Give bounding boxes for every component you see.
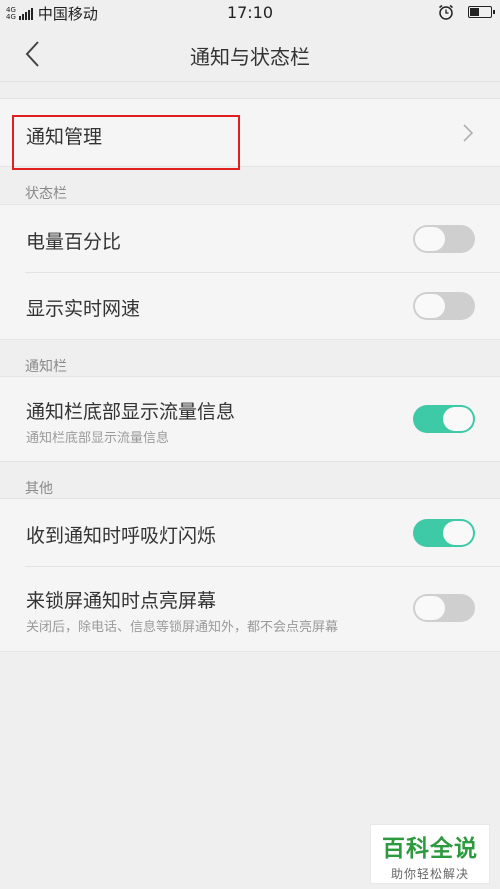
chevron-right-icon [463,124,474,142]
chevron-left-icon [25,41,39,67]
clock: 17:10 [226,3,274,22]
breathing-light-label: 收到通知时呼吸灯闪烁 [26,525,217,547]
status-bar-right [438,4,495,20]
wake-screen-toggle[interactable] [413,594,475,622]
wake-screen-row: 来锁屏通知时点亮屏幕 关闭后，除电话、信息等锁屏通知外，都不会点亮屏幕 [0,566,500,651]
battery-percentage-row: 电量百分比 [0,205,500,272]
realtime-network-speed-row: 显示实时网速 [0,272,500,339]
notification-bar-settings-group: 通知栏底部显示流量信息 通知栏底部显示流量信息 [0,376,500,462]
watermark-logo: 百科全说 助你轻松解决 [370,824,490,884]
realtime-network-speed-toggle[interactable] [413,292,475,320]
section-label-notification-bar: 通知栏 [25,359,67,375]
battery-icon [468,6,495,18]
other-settings-group: 收到通知时呼吸灯闪烁 来锁屏通知时点亮屏幕 关闭后，除电话、信息等锁屏通知外，都… [0,498,500,652]
status-bar: 4G 4G 中国移动 17:10 [0,0,500,26]
realtime-network-speed-label: 显示实时网速 [26,298,141,320]
traffic-info-toggle[interactable] [413,405,475,433]
section-label-status-bar: 状态栏 [25,186,67,202]
alarm-icon [439,4,453,20]
breathing-light-row: 收到通知时呼吸灯闪烁 [0,499,500,566]
notification-management-label: 通知管理 [26,126,103,148]
notification-management-row[interactable]: 通知管理 [0,99,500,166]
nav-bar: 通知与状态栏 [0,26,500,82]
watermark-main-text: 百科全说 [382,836,478,862]
watermark-sub-text: 助你轻松解决 [390,867,469,881]
section-label-other: 其他 [25,481,53,497]
wake-screen-subtitle: 关闭后，除电话、信息等锁屏通知外，都不会点亮屏幕 [26,620,339,635]
notification-management-group: 通知管理 [0,98,500,167]
traffic-info-label: 通知栏底部显示流量信息 [26,401,236,423]
battery-percentage-toggle[interactable] [413,225,475,253]
page-title: 通知与状态栏 [190,45,310,69]
back-button[interactable] [14,38,50,70]
status-bar-settings-group: 电量百分比 显示实时网速 [0,204,500,340]
traffic-info-row: 通知栏底部显示流量信息 通知栏底部显示流量信息 [0,377,500,461]
breathing-light-toggle[interactable] [413,519,475,547]
wake-screen-label: 来锁屏通知时点亮屏幕 [26,590,217,612]
traffic-info-subtitle: 通知栏底部显示流量信息 [26,431,170,446]
battery-percentage-label: 电量百分比 [26,231,122,253]
